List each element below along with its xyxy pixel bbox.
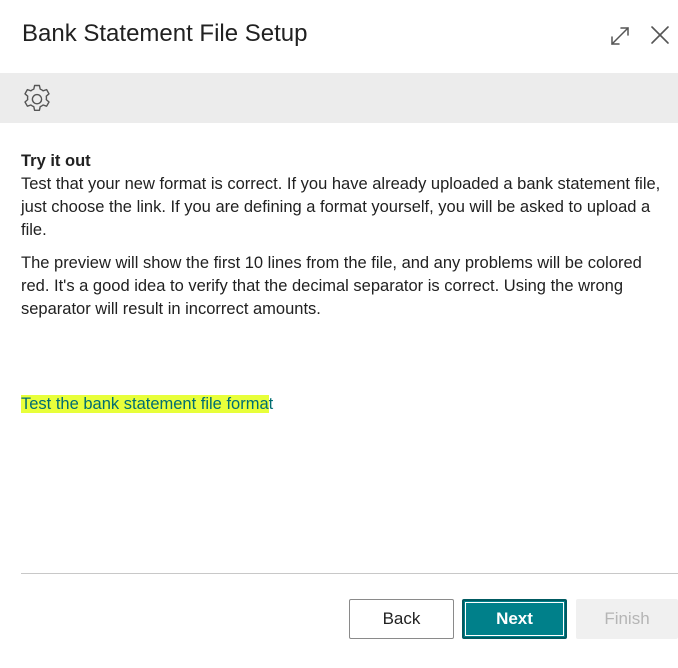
gear-icon bbox=[24, 84, 50, 111]
close-icon bbox=[651, 26, 669, 44]
dialog-header: Bank Statement File Setup bbox=[0, 0, 678, 73]
action-bar bbox=[0, 73, 678, 123]
dialog-title: Bank Statement File Setup bbox=[22, 20, 308, 47]
test-format-link[interactable]: Test the bank statement file format bbox=[21, 392, 273, 416]
bank-statement-setup-dialog: Bank Statement File Setup Try it out Tes… bbox=[0, 0, 678, 668]
finish-button[interactable]: Finish bbox=[576, 599, 678, 639]
back-button[interactable]: Back bbox=[349, 599, 454, 639]
test-format-link-tail: t bbox=[268, 395, 274, 413]
close-button[interactable] bbox=[648, 23, 672, 47]
step-heading: Try it out bbox=[21, 152, 91, 170]
step-description: Test that your new format is correct. If… bbox=[21, 175, 661, 239]
step-content: Try it out Test that your new format is … bbox=[21, 150, 673, 321]
expand-button[interactable] bbox=[608, 24, 632, 48]
next-button[interactable]: Next bbox=[462, 599, 567, 639]
test-format-link-highlighted: Test the bank statement file forma bbox=[21, 395, 269, 413]
step-note: The preview will show the first 10 lines… bbox=[21, 254, 642, 318]
footer-divider bbox=[21, 573, 678, 574]
settings-button[interactable] bbox=[20, 82, 54, 116]
expand-icon bbox=[611, 27, 629, 45]
